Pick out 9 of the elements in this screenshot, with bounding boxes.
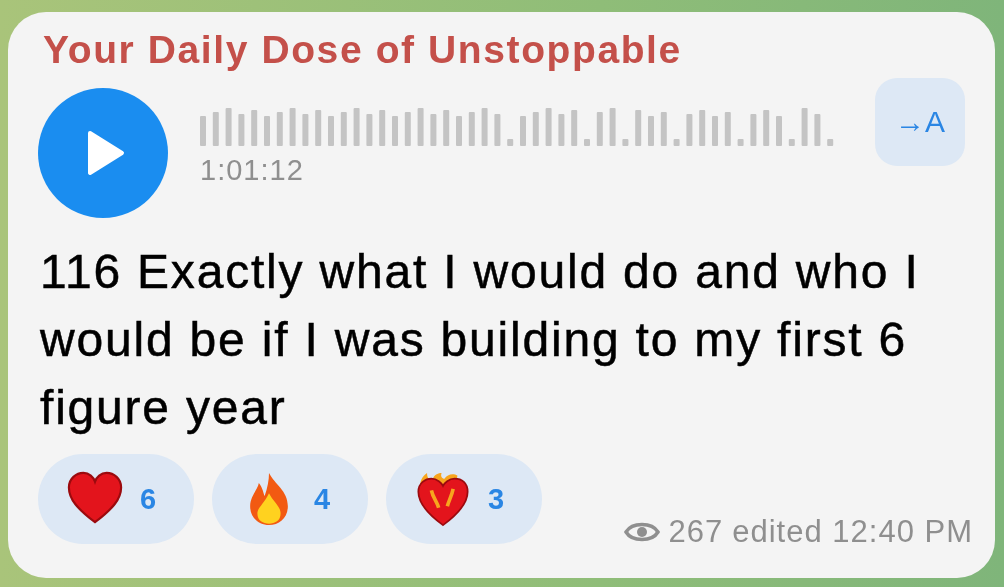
reaction-button[interactable]: 6	[38, 454, 194, 544]
duration-label: 1:01:12	[200, 154, 304, 187]
translate-button[interactable]: →A	[875, 78, 965, 166]
reaction-button[interactable]: 3	[386, 454, 542, 544]
channel-title[interactable]: Your Daily Dose of Unstoppable	[43, 28, 682, 72]
reaction-button[interactable]: 4	[212, 454, 368, 544]
view-count: 267	[668, 514, 724, 550]
edited-time: edited 12:40 PM	[732, 514, 973, 550]
message-text: 116 Exactly what I would do and who I would be if I was building to my first 6 figure year	[40, 244, 921, 436]
